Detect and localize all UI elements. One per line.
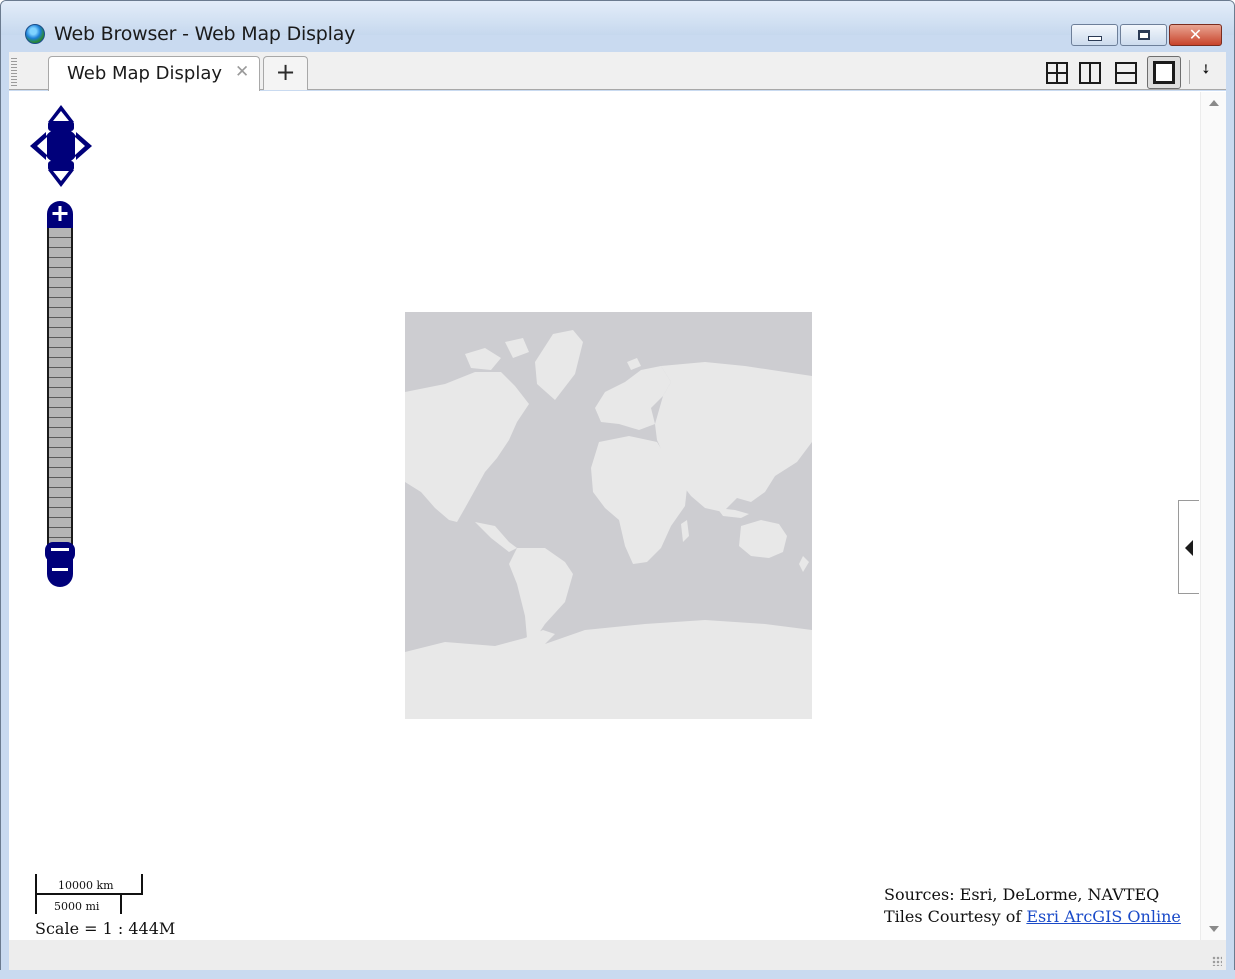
maximize-button[interactable] xyxy=(1120,24,1167,46)
scale-mi-label: 5000 mi xyxy=(54,900,100,913)
zoom-in-button[interactable] xyxy=(44,200,76,230)
world-map-tile[interactable] xyxy=(405,312,812,719)
window-bottom-frame xyxy=(0,970,1235,979)
single-layout-icon xyxy=(1153,61,1175,84)
close-icon: ✕ xyxy=(1188,25,1203,44)
minimize-button[interactable] xyxy=(1071,24,1118,46)
chevron-left-icon xyxy=(1185,540,1193,556)
tab-web-map-display[interactable]: Web Map Display ✕ xyxy=(48,56,260,91)
rows-layout-icon[interactable] xyxy=(1115,62,1137,84)
scale-km-label: 10000 km xyxy=(58,879,114,892)
resize-grip-icon[interactable] xyxy=(1212,956,1222,966)
attribution-tiles: Tiles Courtesy of Esri ArcGIS Online xyxy=(884,906,1181,928)
vertical-scrollbar[interactable] xyxy=(1200,92,1226,941)
zoom-out-button[interactable] xyxy=(44,542,76,588)
status-bar xyxy=(9,940,1200,970)
columns-layout-icon[interactable] xyxy=(1079,62,1101,84)
globe-icon xyxy=(25,24,45,44)
window-title: Web Browser - Web Map Display xyxy=(54,23,356,45)
attribution-tiles-prefix: Tiles Courtesy of xyxy=(884,907,1027,926)
minimize-icon xyxy=(1087,35,1102,41)
attribution-sources: Sources: Esri, DeLorme, NAVTEQ xyxy=(884,885,1160,904)
pan-arrows-icon[interactable] xyxy=(29,104,93,188)
scroll-up-icon[interactable] xyxy=(1209,100,1219,106)
scale-ratio-label: Scale = 1 : 444M xyxy=(35,919,176,938)
maximize-icon xyxy=(1137,30,1150,40)
zoom-slider-track[interactable] xyxy=(47,228,73,546)
grid-layout-icon[interactable] xyxy=(1046,62,1068,84)
tabbar-grip[interactable] xyxy=(11,58,17,86)
close-button[interactable]: ✕ xyxy=(1169,24,1222,46)
world-map-image xyxy=(405,312,812,719)
toolbar-separator xyxy=(1189,60,1190,84)
esri-arcgis-online-link[interactable]: Esri ArcGIS Online xyxy=(1026,907,1180,926)
close-tab-icon[interactable]: ✕ xyxy=(235,62,249,82)
map-attribution: Sources: Esri, DeLorme, NAVTEQ Tiles Cou… xyxy=(884,884,1181,928)
scroll-down-icon[interactable] xyxy=(1209,926,1219,932)
new-tab-button[interactable]: + xyxy=(263,56,308,90)
tab-label: Web Map Display xyxy=(67,63,223,84)
sidebar-toggle[interactable] xyxy=(1178,500,1199,594)
